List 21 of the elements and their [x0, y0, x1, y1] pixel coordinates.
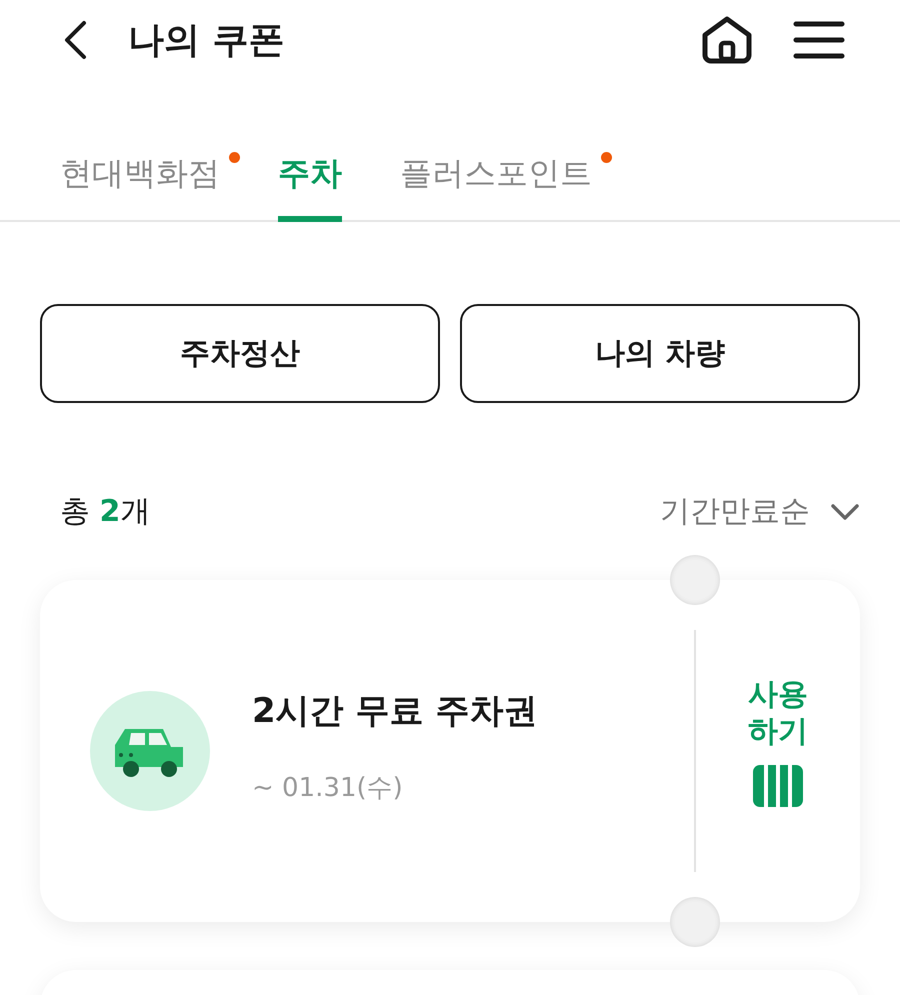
menu-icon — [793, 20, 845, 60]
tab[interactable]: 플러스포인트 — [400, 152, 592, 222]
menu-button[interactable] — [793, 20, 845, 60]
home-button[interactable] — [701, 15, 753, 65]
use-button[interactable]: 사용 하기 — [696, 560, 860, 922]
ticket-notch — [670, 897, 720, 947]
page-title: 나의 쿠폰 — [128, 18, 286, 62]
tab[interactable]: 주차 — [278, 152, 342, 222]
home-icon — [701, 15, 753, 65]
back-icon — [62, 20, 88, 60]
back-button[interactable] — [62, 20, 88, 60]
barcode-icon — [753, 764, 803, 806]
sort-dropdown[interactable]: 기간만료순 — [660, 491, 860, 532]
ticket-notch — [670, 555, 720, 605]
total-count: 총 2개 — [60, 493, 150, 531]
expiry-date: ~ 01.31(수) — [252, 772, 404, 804]
action-button[interactable]: 주차정산 — [40, 304, 440, 403]
action-button[interactable]: 나의 차량 — [460, 304, 860, 403]
coupon-title: 2시간 무료 주차권 — [252, 690, 538, 732]
chevron-down-icon — [830, 502, 860, 520]
tab[interactable]: 현대백화점 — [60, 152, 220, 222]
